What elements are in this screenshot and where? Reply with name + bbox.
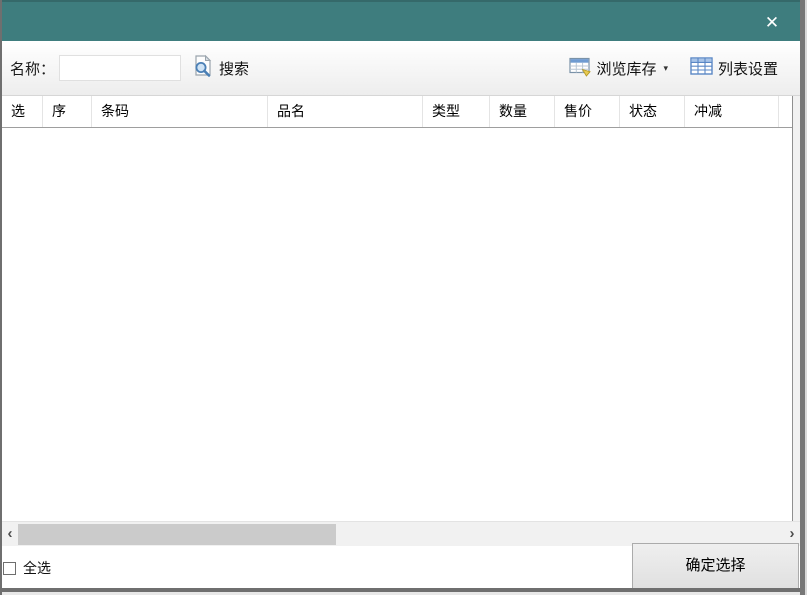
list-settings-button[interactable]: 列表设置 [684, 50, 784, 86]
search-button[interactable]: 搜索 [185, 49, 255, 87]
table-edit-icon [569, 55, 592, 81]
column-header-type[interactable]: 类型 [423, 96, 490, 127]
list-settings-label: 列表设置 [718, 58, 778, 79]
column-header-barcode[interactable]: 条码 [92, 96, 268, 127]
window-border-bottom [0, 588, 805, 592]
vertical-scrollbar-track [793, 96, 800, 521]
search-doc-icon [191, 54, 215, 82]
window-border-left [0, 0, 2, 595]
name-label: 名称： [10, 58, 55, 79]
browse-inventory-label: 浏览库存 [596, 58, 656, 79]
column-header-status[interactable]: 状态 [620, 96, 685, 127]
toolbar-right-group: 浏览库存 ▾ 列表设置 [563, 50, 784, 86]
select-all-checkbox[interactable] [3, 562, 16, 575]
scroll-left-icon[interactable]: ‹ [2, 522, 18, 547]
titlebar: ✕ [2, 0, 800, 41]
name-search-input[interactable] [59, 55, 181, 81]
chevron-down-icon: ▾ [663, 63, 668, 74]
column-header-filler [779, 96, 792, 127]
column-header-name[interactable]: 品名 [268, 96, 423, 127]
confirm-selection-button[interactable]: 确定选择 [632, 543, 799, 589]
select-all-label: 全选 [23, 558, 51, 578]
select-all-control[interactable]: 全选 [3, 558, 51, 578]
search-button-label: 搜索 [219, 58, 249, 79]
column-header-price[interactable]: 售价 [555, 96, 620, 127]
grid-body-empty [2, 129, 792, 521]
horizontal-scrollbar-thumb[interactable] [18, 524, 336, 545]
column-header-order[interactable]: 序 [43, 96, 92, 127]
column-header-quantity[interactable]: 数量 [490, 96, 555, 127]
column-header-deduct[interactable]: 冲减 [685, 96, 779, 127]
toolbar: 名称： 搜索 [2, 41, 800, 96]
dialog-window: ✕ 名称： 搜索 [0, 0, 807, 595]
column-header-select[interactable]: 选 [2, 96, 43, 127]
grid-table-icon [690, 55, 714, 81]
close-icon[interactable]: ✕ [758, 9, 786, 37]
browse-inventory-button[interactable]: 浏览库存 ▾ [563, 50, 674, 86]
grid-header-row: 选 序 条码 品名 类型 数量 售价 状态 冲减 [2, 96, 792, 128]
footer-bar: 全选 确定选择 [2, 546, 800, 588]
